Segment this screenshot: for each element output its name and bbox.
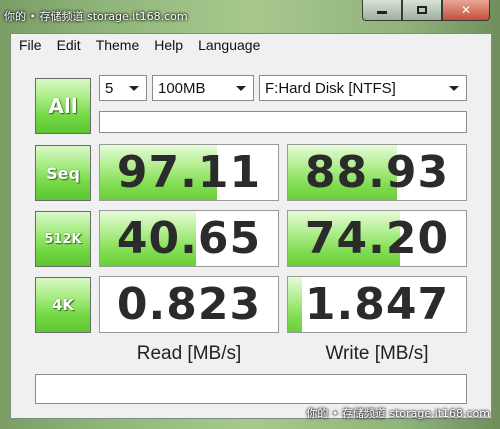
menu-theme[interactable]: Theme: [88, 34, 147, 56]
512k-write-result: 74.20: [287, 210, 467, 267]
all-button-label: All: [48, 94, 78, 118]
4k-button-label: 4K: [51, 296, 75, 314]
result-value: 97.11: [116, 147, 262, 198]
menu-file[interactable]: File: [11, 34, 49, 56]
drive-value: F:Hard Disk [NTFS]: [265, 80, 396, 97]
seq-write-result: 88.93: [287, 144, 467, 201]
test-size-value: 100MB: [158, 80, 206, 97]
512k-button-label: 512K: [44, 231, 82, 247]
seq-button[interactable]: Seq: [35, 145, 91, 201]
crystaldiskmark-window: 你的 • 存储频道 storage.it168.com ✕ File Edit …: [0, 0, 500, 429]
maximize-icon: [417, 6, 427, 14]
chevron-down-icon: [449, 86, 459, 91]
write-header: Write [MB/s]: [325, 343, 429, 364]
result-value: 40.65: [116, 213, 262, 264]
result-value: 88.93: [304, 147, 450, 198]
menu-bar: File Edit Theme Help Language: [11, 34, 491, 56]
all-button[interactable]: All: [35, 78, 91, 134]
chevron-down-icon: [129, 86, 139, 91]
test-count-value: 5: [105, 80, 114, 97]
window-title: 你的 • 存储频道 storage.it168.com: [4, 10, 188, 23]
minimize-button[interactable]: [362, 0, 402, 21]
menu-edit[interactable]: Edit: [49, 34, 88, 56]
read-header: Read [MB/s]: [136, 343, 242, 364]
result-value: 1.847: [304, 279, 450, 330]
client-area: File Edit Theme Help Language All 5 100M…: [10, 33, 492, 419]
menu-help[interactable]: Help: [146, 34, 190, 56]
512k-button[interactable]: 512K: [35, 211, 91, 267]
4k-button[interactable]: 4K: [35, 277, 91, 333]
title-bar[interactable]: 你的 • 存储频道 storage.it168.com ✕: [0, 0, 500, 30]
close-icon: ✕: [460, 3, 472, 17]
status-bar: [35, 374, 467, 404]
seq-read-result: 97.11: [99, 144, 279, 201]
result-value: 74.20: [304, 213, 450, 264]
test-count-select[interactable]: 5: [99, 75, 147, 101]
test-size-select[interactable]: 100MB: [152, 75, 254, 101]
comment-field[interactable]: [99, 111, 467, 133]
minimize-icon: [377, 11, 387, 14]
4k-read-result: 0.823: [99, 276, 279, 333]
watermark: 你的 • 存储频道 storage.it168.com: [306, 407, 490, 420]
window-controls: ✕: [362, 0, 490, 21]
menu-language[interactable]: Language: [190, 34, 267, 56]
chevron-down-icon: [236, 86, 246, 91]
seq-button-label: Seq: [46, 163, 80, 183]
result-value: 0.823: [116, 279, 262, 330]
4k-write-result: 1.847: [287, 276, 467, 333]
maximize-button[interactable]: [402, 0, 442, 21]
drive-select[interactable]: F:Hard Disk [NTFS]: [259, 75, 467, 101]
512k-read-result: 40.65: [99, 210, 279, 267]
close-button[interactable]: ✕: [442, 0, 490, 21]
